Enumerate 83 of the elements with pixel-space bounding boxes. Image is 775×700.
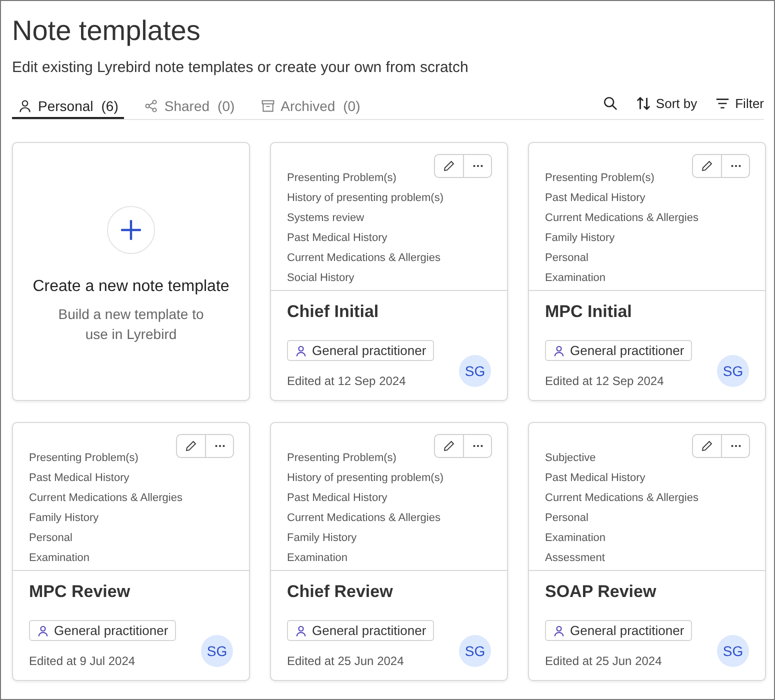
- section-name: Personal: [545, 511, 590, 526]
- section-name: Family History: [545, 231, 616, 246]
- section-name: Presenting Problem(s): [287, 171, 398, 186]
- section-name: Past Medical History: [29, 471, 130, 486]
- section-name: Current Medications & Allergies: [545, 211, 700, 226]
- tag-label: General practitioner: [54, 623, 168, 638]
- section-name: Examination: [545, 531, 607, 546]
- section-name: Past Medical History: [287, 231, 388, 246]
- tag-label: General practitioner: [312, 343, 426, 358]
- section-name: Subjective: [545, 451, 597, 466]
- template-card[interactable]: Subjective Past Medical History Current Medications & Allergies Personal Examination Assessment SOAP Review General practitioner Edited at 25 Jun 2024 SG: [528, 422, 766, 681]
- section-name: Family History: [29, 511, 100, 526]
- section-name: Presenting Problem(s): [287, 451, 398, 466]
- section-name: Past Medical History: [287, 491, 388, 506]
- pencil-icon: [701, 440, 713, 452]
- avatar: SG: [717, 354, 749, 386]
- edited-date: Edited at 25 Jun 2024: [287, 654, 404, 668]
- section-name: Personal: [29, 531, 74, 546]
- pencil-icon: [443, 440, 455, 452]
- plus-icon: [107, 206, 155, 254]
- filter-icon: [715, 96, 730, 111]
- tag-label: General practitioner: [312, 623, 426, 638]
- section-name: Personal: [545, 251, 590, 266]
- section-name: History of presenting problem(s): [287, 191, 445, 206]
- avatar: SG: [717, 634, 749, 666]
- section-name: Current Medications & Allergies: [29, 491, 184, 506]
- person-icon: [295, 344, 307, 356]
- section-name: Presenting Problem(s): [29, 451, 140, 466]
- tab[interactable]: Personal (6): [12, 94, 124, 119]
- sort-button[interactable]: Sort by: [636, 96, 698, 111]
- edited-date: Edited at 12 Sep 2024: [545, 374, 664, 388]
- section-name: Current Medications & Allergies: [545, 491, 700, 506]
- person-icon: [553, 344, 565, 356]
- section-name: Current Medications & Allergies: [287, 511, 442, 526]
- section-name: Family History: [287, 531, 358, 546]
- section-name: Current Medications & Allergies: [287, 251, 442, 266]
- pencil-icon: [443, 160, 455, 172]
- template-card[interactable]: Presenting Problem(s) Past Medical History Current Medications & Allergies Family History Personal Examination MPC Initial General practitioner Edited at 12 Sep 2024 SG: [528, 142, 766, 401]
- person-icon: [18, 99, 32, 113]
- avatar: SG: [201, 634, 233, 666]
- section-name: Past Medical History: [545, 471, 646, 486]
- template-card[interactable]: Presenting Problem(s) History of presenting problem(s) Systems review Past Medical History Current Medications & Allergies Social History Chief Initial General practitioner Edited at 12 Sep 2024 SG: [270, 142, 508, 401]
- pencil-icon: [701, 160, 713, 172]
- section-name: Systems review: [287, 211, 366, 226]
- section-name: Examination: [29, 551, 91, 566]
- tab[interactable]: Shared (0): [138, 94, 241, 119]
- template-name: SOAP Review: [545, 582, 658, 602]
- search-icon: [602, 96, 618, 111]
- create-template-title: Create a new note template: [32, 278, 230, 296]
- template-name: Chief Review: [287, 582, 394, 602]
- tag-label: General practitioner: [570, 623, 684, 638]
- pencil-icon: [185, 440, 197, 452]
- template-name: Chief Initial: [287, 302, 380, 322]
- create-template-card[interactable]: Create a new note template Build a new template to use in Lyrebird: [12, 142, 250, 401]
- filter-button[interactable]: Filter: [715, 96, 764, 111]
- edited-date: Edited at 9 Jul 2024: [29, 654, 136, 668]
- template-name: MPC Initial: [545, 302, 633, 322]
- section-name: Examination: [545, 271, 607, 286]
- template-card[interactable]: Presenting Problem(s) History of presenting problem(s) Past Medical History Current Medications & Allergies Family History Examination Chief Review General practitioner Edited at 25 Jun 2024 SG: [270, 422, 508, 681]
- section-name: Assessment: [545, 551, 606, 566]
- template-name: MPC Review: [29, 582, 132, 602]
- person-icon: [37, 624, 49, 636]
- avatar: SG: [459, 354, 491, 386]
- person-icon: [295, 624, 307, 636]
- section-name: Past Medical History: [545, 191, 646, 206]
- edited-date: Edited at 25 Jun 2024: [545, 654, 662, 668]
- create-template-description: Build a new template to use in Lyrebird: [57, 304, 205, 344]
- section-name: Examination: [287, 551, 349, 566]
- template-card[interactable]: Presenting Problem(s) Past Medical History Current Medications & Allergies Family History Personal Examination MPC Review General practitioner Edited at 9 Jul 2024 SG: [12, 422, 250, 681]
- person-icon: [553, 624, 565, 636]
- avatar: SG: [459, 634, 491, 666]
- section-name: History of presenting problem(s): [287, 471, 445, 486]
- section-name: Social History: [287, 271, 356, 286]
- page-title: Note templates: [12, 15, 202, 47]
- section-name: Presenting Problem(s): [545, 171, 656, 186]
- search-button[interactable]: [602, 96, 618, 111]
- page-subtitle: Edit existing Lyrebird note templates or create your own from scratch: [12, 59, 470, 76]
- tab[interactable]: Archived (0): [254, 94, 366, 119]
- edited-date: Edited at 12 Sep 2024: [287, 374, 406, 388]
- share-icon: [144, 99, 158, 113]
- archive-icon: [260, 99, 275, 113]
- sort-icon: [636, 96, 651, 111]
- tag-label: General practitioner: [570, 343, 684, 358]
